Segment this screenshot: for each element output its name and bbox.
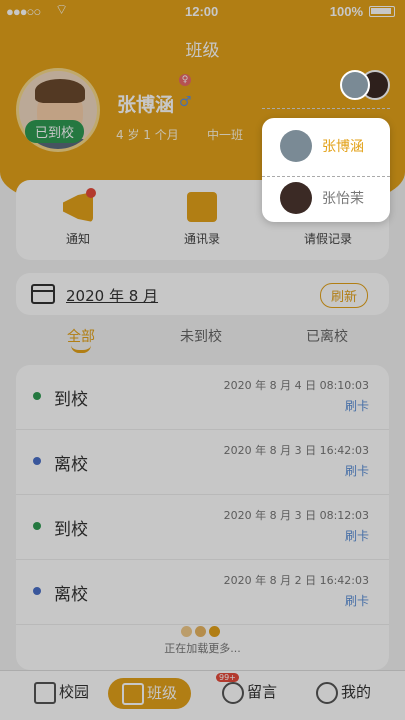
popup-anchor-line — [262, 108, 390, 109]
child-switcher-popup: 张博涵 张怡茉 — [262, 118, 390, 222]
child-avatar-1 — [340, 70, 370, 100]
child-avatar — [280, 130, 312, 162]
child-option-selected[interactable]: 张博涵 — [262, 120, 390, 170]
child-avatar — [280, 182, 312, 214]
child-name: 张怡茉 — [322, 191, 364, 207]
child-name: 张博涵 — [322, 139, 364, 155]
child-option[interactable]: 张怡茉 — [262, 172, 390, 222]
